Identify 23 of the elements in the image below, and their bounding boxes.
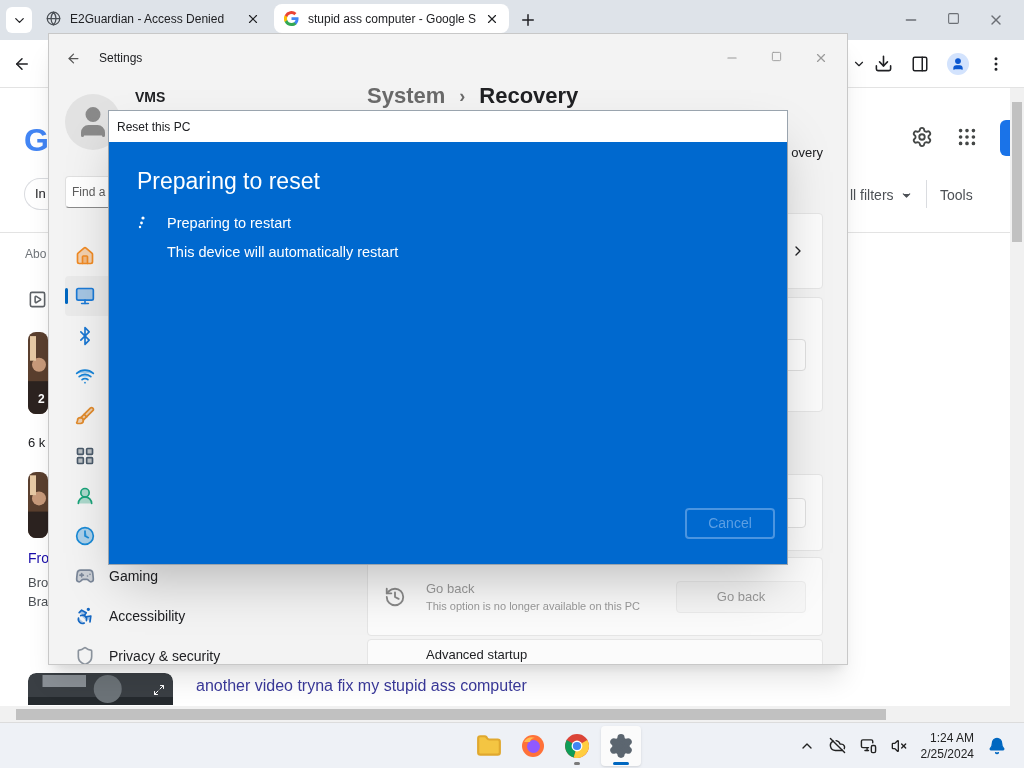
about-text: Abo — [25, 246, 47, 263]
status-text: Preparing to restart — [167, 213, 293, 233]
option-description: This option is no longer available on this PC — [426, 599, 641, 614]
nav-label: Privacy & security — [109, 648, 221, 664]
duration-text: 2 — [38, 391, 45, 408]
window-title: Settings — [99, 50, 143, 67]
views-text: 6 k — [28, 434, 46, 452]
breadcrumb-separator: › — [459, 85, 466, 108]
option-title: Advanced startup — [426, 647, 528, 662]
nav-label: Gaming — [109, 568, 159, 584]
breadcrumb-current: Recovery — [479, 84, 579, 108]
detail-text: This device will automatically restart — [167, 243, 399, 263]
snippet-text: Bro — [28, 574, 49, 592]
snippet-text: Bra — [28, 593, 49, 611]
nav-label: Accessibility — [109, 608, 186, 624]
option-title: Go back — [426, 579, 476, 598]
tab-title: stupid ass computer - Google S — [308, 10, 477, 28]
dialog-heading: Preparing to reset — [137, 167, 321, 196]
dialog-title: Reset this PC — [117, 118, 191, 136]
user-name: VMS — [135, 88, 166, 106]
google-logo: G — [24, 121, 49, 160]
tab-title: E2Guardian - Access Denied — [70, 10, 226, 28]
page-description: overy — [791, 145, 823, 161]
